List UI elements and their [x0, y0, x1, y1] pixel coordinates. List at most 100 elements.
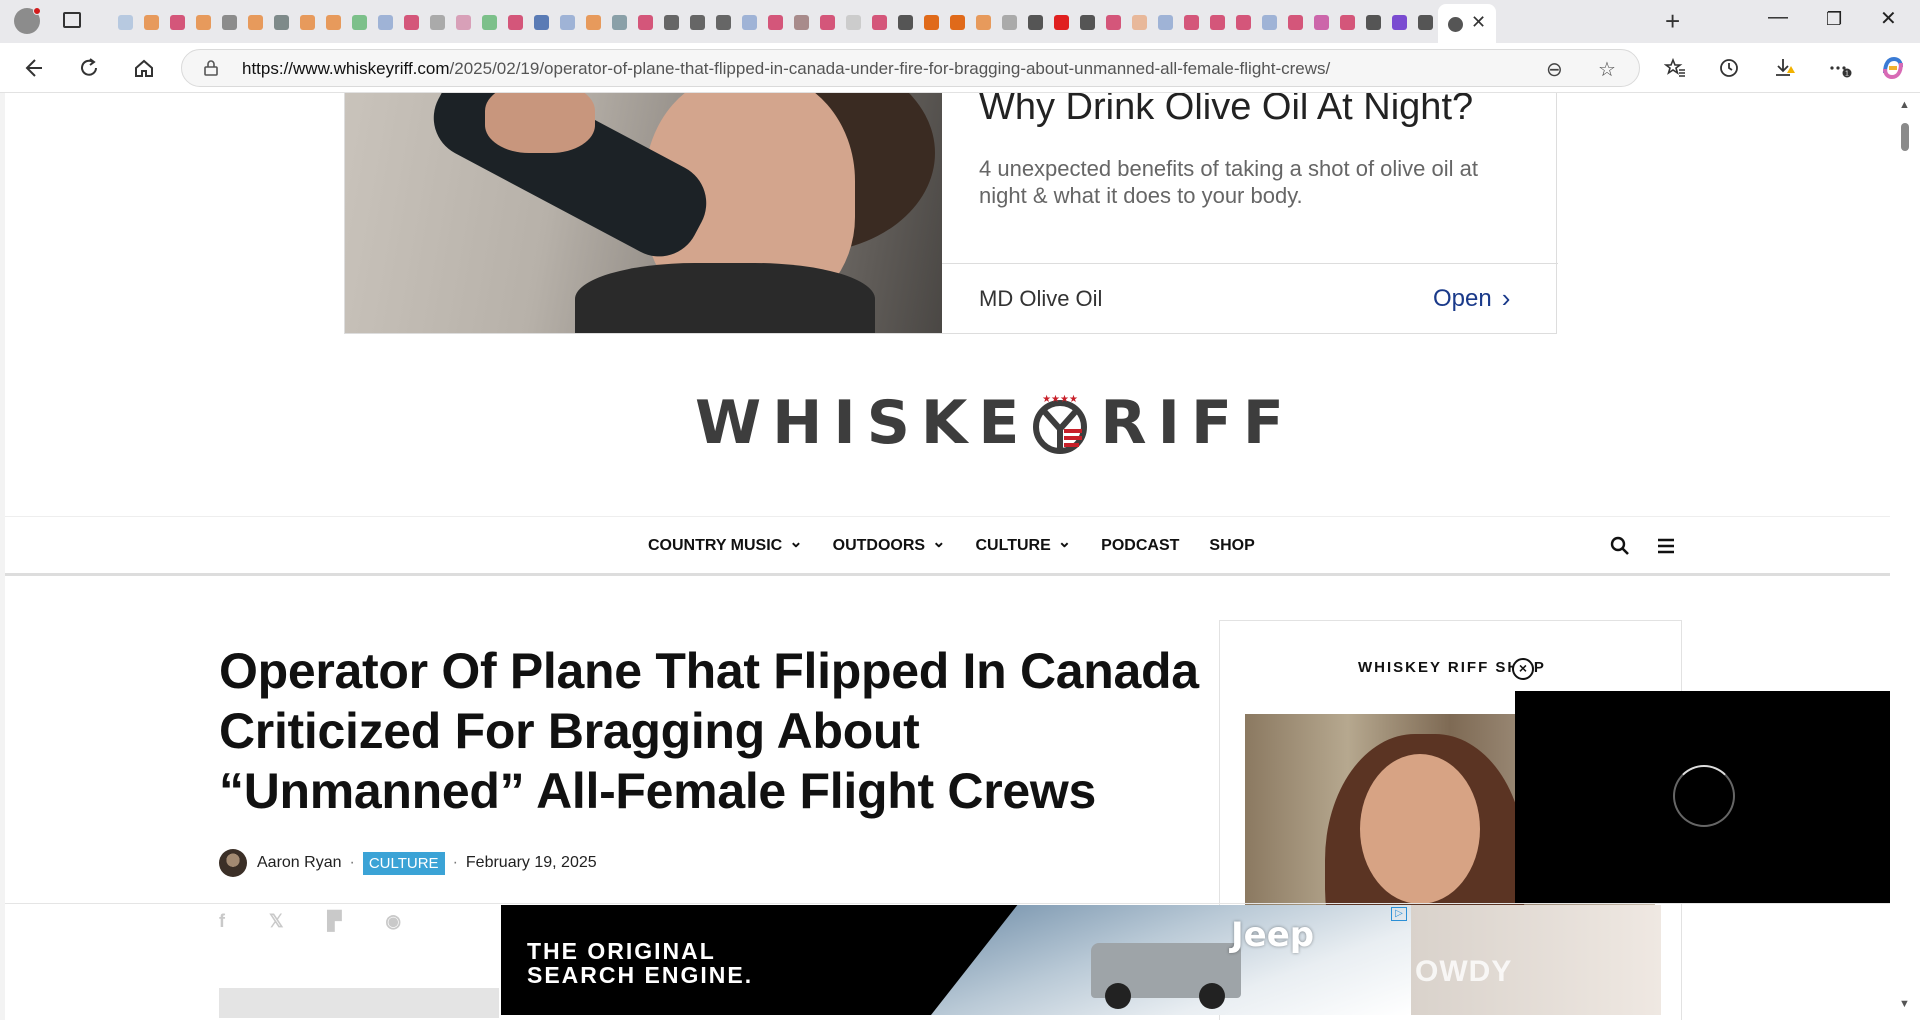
tab-favicon[interactable]	[1048, 8, 1074, 36]
tab-favicon[interactable]	[1100, 8, 1126, 36]
tab-favicon[interactable]	[658, 8, 684, 36]
tab-favicon[interactable]	[502, 8, 528, 36]
tab-favicon[interactable]	[788, 8, 814, 36]
reader-view-icon[interactable]: ⊖	[1546, 57, 1563, 82]
nav-item-culture[interactable]: CULTURE ⌄	[975, 534, 1072, 555]
tab-favicon[interactable]	[320, 8, 346, 36]
background-shop-image: OWDY	[1411, 905, 1661, 1015]
floating-video-player[interactable]: ×	[1512, 658, 1890, 904]
history-icon[interactable]	[1714, 53, 1744, 83]
restore-icon[interactable]: ❐	[1826, 9, 1842, 30]
tab-favicon[interactable]	[710, 8, 736, 36]
back-icon[interactable]	[18, 53, 48, 83]
scroll-down-icon[interactable]: ▼	[1899, 998, 1910, 1010]
new-tab-icon[interactable]: +	[1665, 6, 1680, 37]
tab-favicon[interactable]	[190, 8, 216, 36]
close-window-icon[interactable]: ✕	[1880, 6, 1897, 31]
nav-item-outdoors[interactable]: OUTDOORS ⌄	[833, 534, 946, 555]
tab-favicon[interactable]	[632, 8, 658, 36]
tab-favicon[interactable]	[1360, 8, 1386, 36]
adchoices-icon[interactable]: ▷	[1391, 907, 1407, 921]
close-tab-icon[interactable]: ✕	[1471, 12, 1486, 33]
nav-item-shop[interactable]: SHOP	[1209, 537, 1254, 555]
more-icon[interactable]: 1	[1825, 53, 1855, 83]
hamburger-menu-icon[interactable]	[1655, 535, 1677, 557]
profile-avatar[interactable]	[14, 7, 41, 34]
bottom-advertisement[interactable]: THE ORIGINAL SEARCH ENGINE. Jeep ▷	[501, 905, 1411, 1015]
lock-icon[interactable]	[204, 60, 218, 76]
favorite-star-icon[interactable]: ☆	[1598, 57, 1616, 82]
tab-favicon[interactable]	[866, 8, 892, 36]
tab-favicon[interactable]	[450, 8, 476, 36]
close-video-icon[interactable]: ×	[1512, 658, 1534, 680]
tab-favicon[interactable]	[970, 8, 996, 36]
tab-favicon[interactable]	[1022, 8, 1048, 36]
tab-favicon[interactable]	[918, 8, 944, 36]
tab-favicon[interactable]	[528, 8, 554, 36]
url-text[interactable]: https://www.whiskeyriff.com/2025/02/19/o…	[242, 59, 1330, 79]
tab-favicon[interactable]	[1204, 8, 1230, 36]
tab-favicon[interactable]	[476, 8, 502, 36]
copilot-icon[interactable]	[1878, 53, 1908, 83]
tab-favicon[interactable]	[242, 8, 268, 36]
scrollbar-thumb[interactable]	[1901, 123, 1909, 151]
tab-favicon[interactable]	[1074, 8, 1100, 36]
tab-favicon[interactable]	[1152, 8, 1178, 36]
ad-open-label: Open	[1433, 284, 1492, 312]
nav-item-podcast[interactable]: PODCAST	[1101, 537, 1179, 555]
tab-favicon[interactable]	[1412, 8, 1438, 36]
category-badge[interactable]: CULTURE	[362, 851, 445, 875]
site-logo[interactable]: WHISKE ★★★★ RIFF	[695, 388, 1295, 458]
tab-favicon[interactable]	[1386, 8, 1412, 36]
tab-favicon[interactable]	[424, 8, 450, 36]
scroll-up-icon[interactable]: ▲	[1899, 99, 1910, 111]
loading-spinner-icon	[1673, 765, 1735, 827]
author-name[interactable]: Aaron Ryan	[257, 854, 342, 872]
tab-favicon[interactable]	[684, 8, 710, 36]
tab-favicon[interactable]	[138, 8, 164, 36]
tab-favicon[interactable]	[840, 8, 866, 36]
page-scrollbar[interactable]: ▲ ▼	[1890, 93, 1920, 1020]
tab-favicon[interactable]	[1334, 8, 1360, 36]
tab-favicon[interactable]	[606, 8, 632, 36]
tab-favicon[interactable]	[762, 8, 788, 36]
ad-photo[interactable]	[345, 93, 942, 333]
refresh-icon[interactable]	[74, 53, 104, 83]
tab-favicon[interactable]	[294, 8, 320, 36]
nav-item-label: CULTURE	[975, 537, 1051, 554]
tab-favicon[interactable]	[346, 8, 372, 36]
tab-actions-icon[interactable]	[63, 12, 81, 28]
tab-favicon[interactable]	[164, 8, 190, 36]
home-icon[interactable]	[129, 53, 159, 83]
tab-favicon[interactable]	[814, 8, 840, 36]
downloads-icon[interactable]	[1769, 53, 1799, 83]
tab-favicon[interactable]	[1126, 8, 1152, 36]
nav-item-country-music[interactable]: COUNTRY MUSIC ⌄	[648, 534, 803, 555]
tab-favicon[interactable]	[1178, 8, 1204, 36]
tab-favicon[interactable]	[1256, 8, 1282, 36]
tab-favicon[interactable]	[372, 8, 398, 36]
tab-favicon[interactable]	[398, 8, 424, 36]
ad-open-button[interactable]: Open ›	[1433, 283, 1510, 314]
top-advertisement[interactable]: Why Drink Olive Oil At Night? 4 unexpect…	[344, 93, 1558, 334]
tab-favicon[interactable]	[736, 8, 762, 36]
tab-favicon[interactable]	[892, 8, 918, 36]
address-bar[interactable]: https://www.whiskeyriff.com/2025/02/19/o…	[181, 49, 1640, 87]
tab-favicon[interactable]	[1308, 8, 1334, 36]
active-tab[interactable]: ✕	[1438, 4, 1496, 43]
tab-favicon[interactable]	[996, 8, 1022, 36]
favorites-icon[interactable]	[1660, 53, 1690, 83]
tab-favicon[interactable]	[216, 8, 242, 36]
page-viewport: Why Drink Olive Oil At Night? 4 unexpect…	[5, 93, 1890, 1020]
search-icon[interactable]	[1609, 535, 1631, 557]
ad-headline[interactable]: Why Drink Olive Oil At Night?	[979, 93, 1473, 129]
tab-favicon[interactable]	[1230, 8, 1256, 36]
tab-favicon[interactable]	[1282, 8, 1308, 36]
tab-favicon[interactable]	[112, 8, 138, 36]
tab-favicon[interactable]	[554, 8, 580, 36]
tab-favicon[interactable]	[268, 8, 294, 36]
author-avatar[interactable]	[219, 849, 247, 877]
minimize-icon[interactable]: —	[1768, 6, 1788, 29]
tab-favicon[interactable]	[580, 8, 606, 36]
tab-favicon[interactable]	[944, 8, 970, 36]
